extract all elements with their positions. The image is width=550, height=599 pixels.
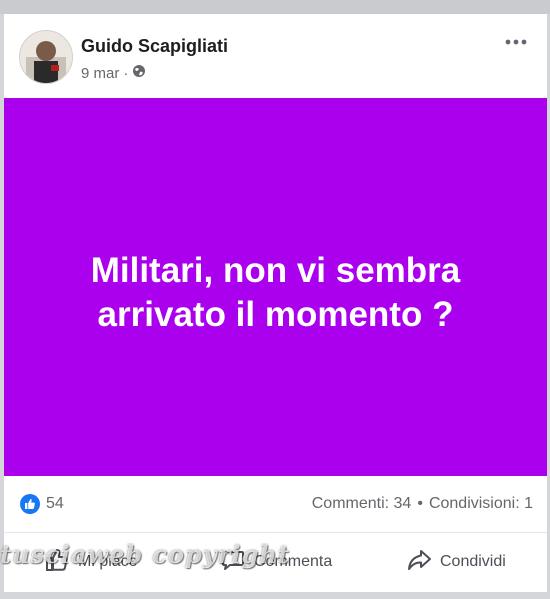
post-stats: 54 Commenti: 34 • Condivisioni: 1 bbox=[4, 476, 547, 532]
share-label: Condividi bbox=[440, 553, 506, 570]
share-button[interactable]: Condividi bbox=[406, 545, 506, 579]
screen-top-bar bbox=[0, 0, 550, 14]
banner-text: Militari, non vi sembra arrivato il mome… bbox=[90, 251, 461, 334]
like-icon[interactable] bbox=[20, 494, 40, 514]
meta-separator: · bbox=[123, 64, 129, 82]
post-meta: 9 mar · bbox=[81, 64, 146, 82]
author-name[interactable]: Guido Scapigliati bbox=[81, 36, 228, 57]
globe-icon bbox=[132, 64, 146, 82]
post-date[interactable]: 9 mar bbox=[81, 65, 119, 82]
author-avatar[interactable] bbox=[19, 30, 73, 84]
stats-separator: • bbox=[417, 495, 423, 512]
post-card: Guido Scapigliati 9 mar · Militari, non … bbox=[4, 14, 547, 592]
comment-count[interactable]: Commenti: 34 bbox=[312, 495, 412, 513]
more-options-icon[interactable] bbox=[503, 32, 529, 52]
post-header: Guido Scapigliati 9 mar · bbox=[4, 14, 547, 98]
copyright-watermark: tusciaweb copyright bbox=[0, 540, 290, 569]
like-count[interactable]: 54 bbox=[46, 495, 64, 513]
share-icon bbox=[406, 547, 432, 578]
engagement-stats: Commenti: 34 • Condivisioni: 1 bbox=[312, 495, 533, 513]
post-banner[interactable]: Militari, non vi sembra arrivato il mome… bbox=[4, 98, 547, 476]
share-count[interactable]: Condivisioni: 1 bbox=[429, 495, 533, 513]
